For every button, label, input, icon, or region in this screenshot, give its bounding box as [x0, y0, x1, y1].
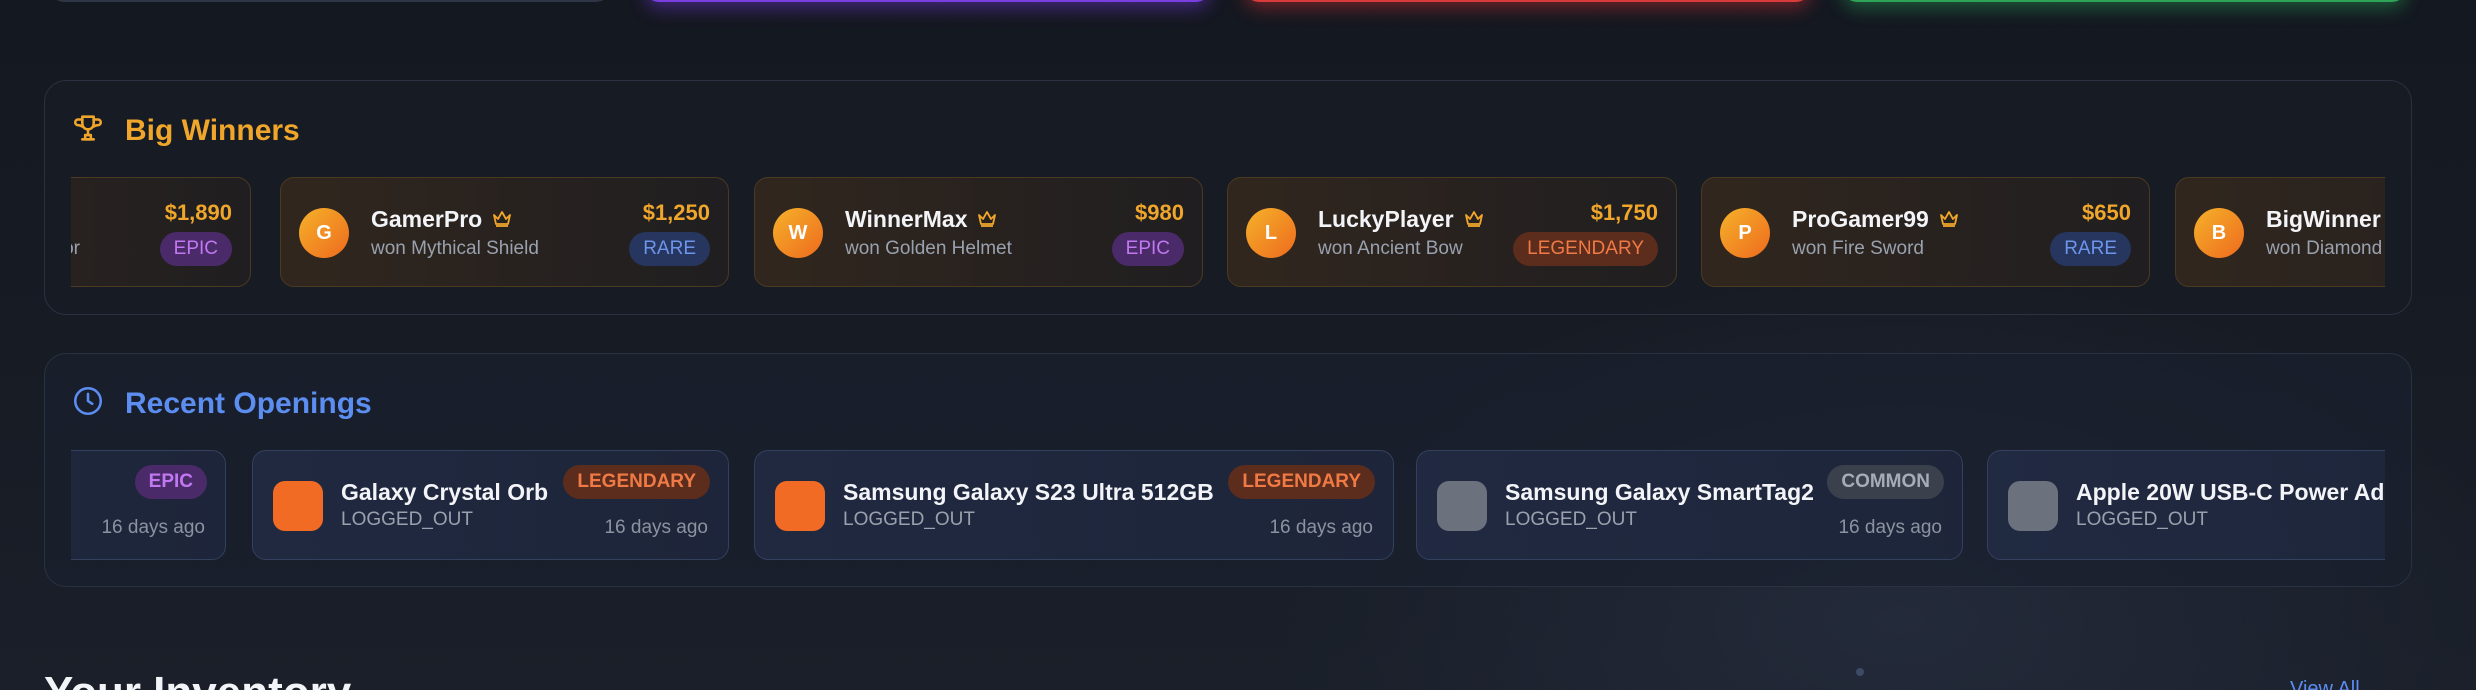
avatar: G [299, 208, 349, 258]
winner-item-text: won Mythical Shield [371, 238, 539, 259]
rarity-badge: RARE [629, 232, 710, 266]
item-thumbnail [775, 481, 825, 531]
opening-time: 16 days ago [604, 517, 708, 538]
crown-icon [1464, 211, 1483, 227]
avatar: W [773, 208, 823, 258]
winner-item-text: won Golden Helmet [845, 238, 1012, 259]
opening-card[interactable]: Samsung Galaxy S23 Ultra 512GB LOGGED_OU… [754, 450, 1394, 560]
winner-name: LuckyPlayer [1318, 206, 1484, 233]
stat-card [50, 0, 610, 2]
rarity-badge: EPIC [134, 465, 207, 499]
winner-name: GamerPro [371, 206, 512, 233]
winner-card[interactable]: P ProGamer99 won Fire Sword $650 RARE [1701, 177, 2150, 287]
clock-icon [71, 384, 105, 423]
winner-card[interactable]: W WinnerMax won Golden Helmet $980 EPIC [754, 177, 1203, 287]
winner-item-text: or [71, 238, 80, 259]
recent-openings-header: Recent Openings [71, 384, 372, 423]
stat-card-epic [645, 0, 1210, 2]
rarity-badge: EPIC [159, 232, 232, 266]
view-all-link[interactable]: View All [2290, 678, 2360, 690]
big-winners-panel: Big Winners or $1,890 EPIC G GamerPro wo… [44, 80, 2412, 315]
rarity-badge: LEGENDARY [1228, 465, 1375, 499]
opening-item-name: Samsung Galaxy S23 Ultra 512GB [843, 479, 1214, 505]
decorative-dot [1856, 668, 1864, 676]
crown-icon [978, 211, 997, 227]
winner-card[interactable]: G GamerPro won Mythical Shield $1,250 RA… [280, 177, 729, 287]
opening-card[interactable]: Galaxy Crystal Orb LOGGED_OUT LEGENDARY … [252, 450, 729, 560]
opening-time: 16 days ago [101, 517, 205, 538]
opening-item-name: Apple 20W USB-C Power Adapter [2076, 479, 2385, 505]
crown-icon [1939, 211, 1958, 227]
winner-item-text: won Diamond [2266, 238, 2383, 259]
winner-name: ProGamer99 [1792, 206, 1959, 233]
winner-item-text: won Ancient Bow [1318, 238, 1463, 259]
big-winners-title: Big Winners [125, 113, 300, 147]
stat-card-common [1843, 0, 2406, 2]
winner-amount: $650 [2082, 200, 2131, 225]
winner-amount: $980 [1135, 200, 1184, 225]
item-thumbnail [273, 481, 323, 531]
item-thumbnail [2008, 481, 2058, 531]
opening-user-status: LOGGED_OUT [1505, 509, 1637, 530]
winner-amount: $1,750 [1590, 200, 1658, 225]
opening-card[interactable]: lt EPIC 16 days ago [71, 450, 226, 560]
item-thumbnail [1437, 481, 1487, 531]
opening-user-status: LOGGED_OUT [341, 509, 473, 530]
opening-time: 16 days ago [1269, 517, 1373, 538]
winner-amount: $1,890 [164, 200, 232, 225]
winner-card[interactable]: B BigWinner won Diamond [2175, 177, 2385, 287]
winner-name: WinnerMax [845, 206, 997, 233]
avatar: B [2194, 208, 2244, 258]
winner-card[interactable]: or $1,890 EPIC [71, 177, 251, 287]
rarity-badge: RARE [2050, 232, 2131, 266]
winner-amount: $1,250 [642, 200, 710, 225]
stat-card-legendary [1245, 0, 1810, 2]
opening-card[interactable]: Samsung Galaxy SmartTag2 LOGGED_OUT COMM… [1416, 450, 1963, 560]
opening-item-name: Samsung Galaxy SmartTag2 [1505, 479, 1814, 505]
recent-openings-panel: Recent Openings lt EPIC 16 days ago Gala… [44, 353, 2412, 587]
avatar: L [1246, 208, 1296, 258]
rarity-badge: COMMON [1827, 465, 1944, 499]
big-winners-header: Big Winners [71, 111, 300, 150]
inventory-heading: Your Inventory [44, 668, 351, 690]
big-winners-carousel[interactable]: or $1,890 EPIC G GamerPro won Mythical S… [71, 177, 2385, 291]
rarity-badge: EPIC [1111, 232, 1184, 266]
opening-item-name: Galaxy Crystal Orb [341, 479, 549, 505]
recent-openings-carousel[interactable]: lt EPIC 16 days ago Galaxy Crystal Orb L… [71, 450, 2385, 564]
rarity-badge: LEGENDARY [1513, 232, 1658, 266]
winner-item-text: won Fire Sword [1792, 238, 1924, 259]
winner-name: BigWinner [2266, 206, 2381, 232]
winner-card[interactable]: L LuckyPlayer won Ancient Bow $1,750 LEG… [1227, 177, 1677, 287]
opening-user-status: LOGGED_OUT [2076, 509, 2208, 530]
opening-user-status: LOGGED_OUT [843, 509, 975, 530]
trophy-icon [71, 111, 105, 150]
rarity-badge: LEGENDARY [563, 465, 710, 499]
opening-card[interactable]: Apple 20W USB-C Power Adapter LOGGED_OUT [1987, 450, 2385, 560]
avatar: P [1720, 208, 1770, 258]
crown-icon [493, 211, 512, 227]
opening-time: 16 days ago [1838, 517, 1942, 538]
recent-openings-title: Recent Openings [125, 386, 372, 420]
